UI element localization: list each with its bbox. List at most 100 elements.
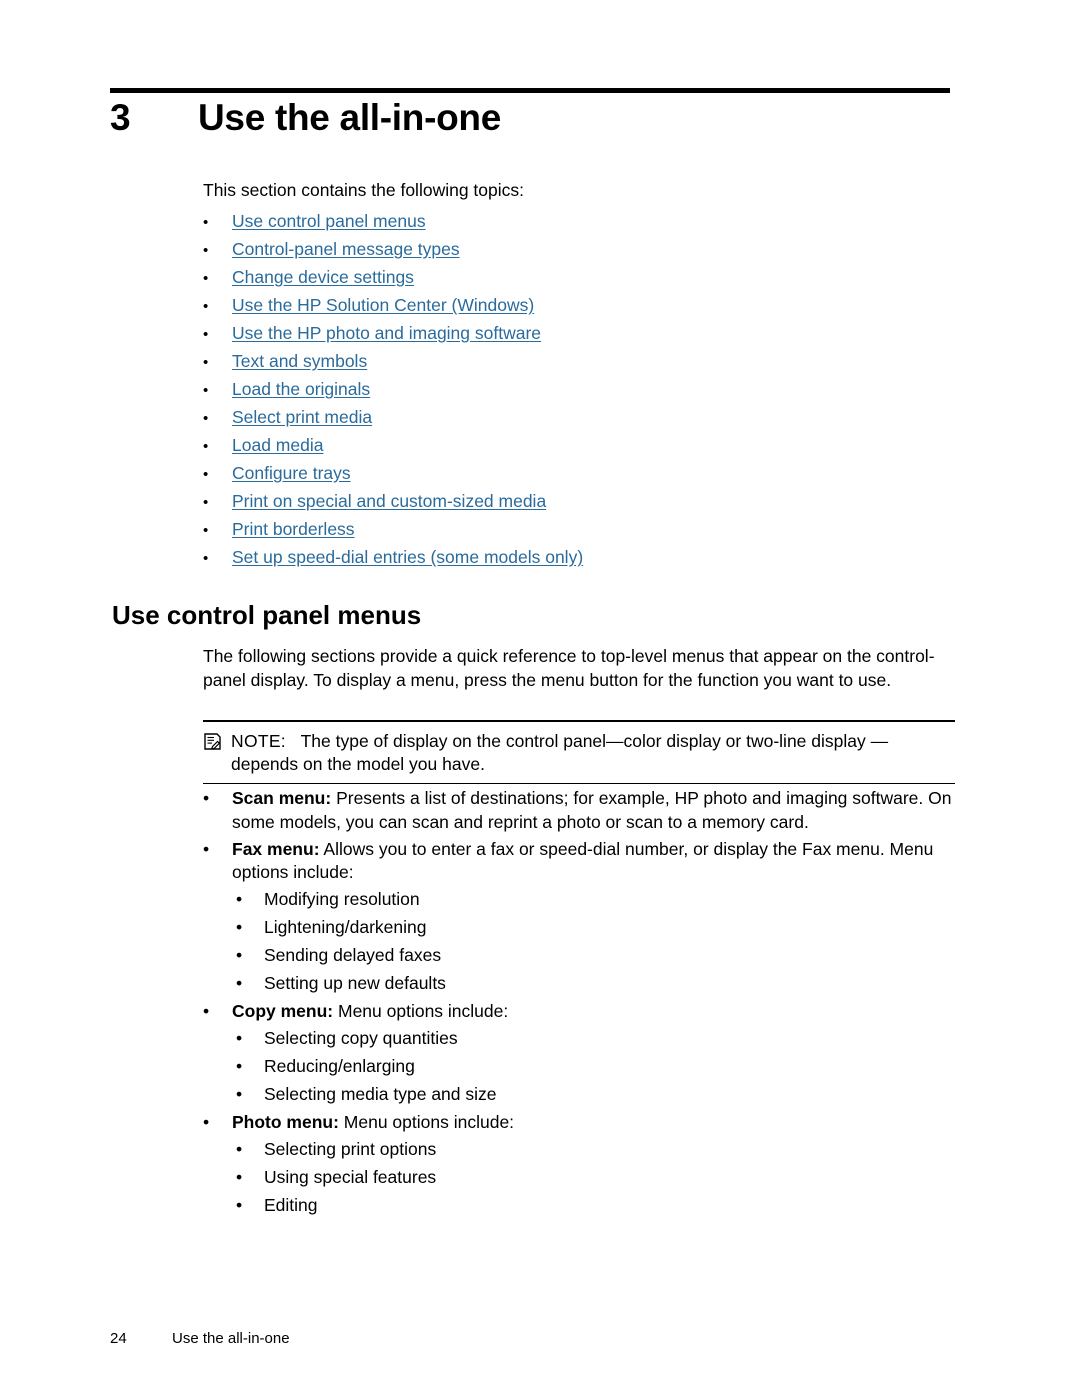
page-footer: 24 Use the all-in-one (110, 1330, 290, 1347)
bullet-marker: • (203, 438, 209, 455)
intro-paragraph: This section contains the following topi… (203, 180, 524, 200)
list-item[interactable]: • Change device settings (203, 267, 963, 295)
toc-link-set-up-speed-dial-entries[interactable]: Set up speed-dial entries (some models o… (232, 547, 583, 568)
menu-term-copy: Copy menu: (232, 1001, 334, 1022)
menus-list: • Scan menu: Presents a list of destinat… (203, 787, 963, 1219)
toc-link-load-the-originals[interactable]: Load the originals (232, 379, 370, 400)
sublist-item: • Sending delayed faxes (203, 941, 963, 969)
toc-link-use-control-panel-menus[interactable]: Use control panel menus (232, 211, 426, 232)
sublist-photo: • Selecting print options • Using specia… (203, 1135, 963, 1219)
sublist-text: Lightening/darkening (264, 917, 427, 938)
bullet-marker: • (236, 889, 243, 910)
footer-chapter-title: Use the all-in-one (172, 1330, 290, 1347)
sublist-item: • Reducing/enlarging (203, 1052, 963, 1080)
list-item[interactable]: • Control-panel message types (203, 239, 963, 267)
list-item-photo-menu: • Photo menu: Menu options include: (203, 1111, 963, 1135)
chapter-rule (110, 88, 950, 93)
bullet-marker: • (236, 1027, 243, 1048)
bullet-marker: • (203, 242, 209, 259)
bullet-marker: • (203, 354, 209, 371)
toc-link-change-device-settings[interactable]: Change device settings (232, 267, 414, 288)
menu-term-fax: Fax menu: (232, 838, 320, 859)
list-item[interactable]: • Load media (203, 435, 963, 463)
sublist-text: Editing (264, 1194, 318, 1215)
bullet-marker: • (203, 788, 210, 808)
toc-link-text-and-symbols[interactable]: Text and symbols (232, 351, 367, 372)
list-item-copy-menu: • Copy menu: Menu options include: (203, 1000, 963, 1024)
toc-link-configure-trays[interactable]: Configure trays (232, 463, 351, 484)
list-item[interactable]: • Use control panel menus (203, 211, 963, 239)
toc-link-print-borderless[interactable]: Print borderless (232, 519, 355, 540)
chapter-number: 3 (110, 97, 131, 138)
sublist-fax: • Modifying resolution • Lightening/dark… (203, 885, 963, 997)
list-item[interactable]: • Use the HP Solution Center (Windows) (203, 295, 963, 323)
sublist-text: Sending delayed faxes (264, 945, 442, 966)
bullet-marker: • (203, 326, 209, 343)
section-heading: Use control panel menus (112, 600, 422, 630)
sublist-text: Using special features (264, 1166, 437, 1187)
list-item[interactable]: • Set up speed-dial entries (some models… (203, 547, 963, 575)
menu-term-scan: Scan menu: (232, 788, 332, 808)
sublist-item: • Setting up new defaults (203, 969, 963, 997)
bullet-marker: • (236, 1055, 243, 1076)
bullet-marker: • (203, 382, 209, 399)
menu-description-photo: Menu options include: (338, 1111, 515, 1132)
menu-term-photo: Photo menu: (232, 1111, 339, 1132)
bullet-marker: • (236, 1138, 243, 1159)
toc-link-hp-photo-imaging-software[interactable]: Use the HP photo and imaging software (232, 323, 541, 344)
note-label: NOTE: (231, 730, 286, 751)
bullet-marker: • (236, 945, 243, 966)
sublist-item: • Modifying resolution (203, 885, 963, 913)
toc-link-control-panel-message-types[interactable]: Control-panel message types (232, 239, 460, 260)
note-text: The type of display on the control panel… (231, 730, 889, 775)
sublist-text: Selecting print options (264, 1138, 437, 1159)
list-item-scan-menu: • Scan menu: Presents a list of destinat… (203, 787, 963, 835)
bullet-marker: • (203, 550, 209, 567)
menu-description-fax: Allows you to enter a fax or speed-dial … (232, 838, 934, 883)
sublist-item: • Using special features (203, 1163, 963, 1191)
bullet-marker: • (236, 1166, 243, 1187)
list-item[interactable]: • Text and symbols (203, 351, 963, 379)
note-pencil-icon (203, 730, 231, 777)
sublist-item: • Selecting media type and size (203, 1080, 963, 1108)
menu-description-copy: Menu options include: (333, 1001, 509, 1022)
sublist-item: • Selecting print options (203, 1135, 963, 1163)
chapter-header: 3 Use the all-in-one (110, 97, 970, 139)
bullet-marker: • (203, 1001, 210, 1022)
toc-link-load-media[interactable]: Load media (232, 435, 323, 456)
sublist-item: • Editing (203, 1191, 963, 1219)
menu-description-scan: Presents a list of destinations; for exa… (232, 788, 952, 832)
toc-link-print-special-custom-sized-media[interactable]: Print on special and custom-sized media (232, 491, 546, 512)
list-item[interactable]: • Configure trays (203, 463, 963, 491)
sublist-copy: • Selecting copy quantities • Reducing/e… (203, 1024, 963, 1108)
sublist-text: Selecting copy quantities (264, 1027, 458, 1048)
bullet-marker: • (236, 1083, 243, 1104)
list-item[interactable]: • Use the HP photo and imaging software (203, 323, 963, 351)
note-bottom-rule (203, 782, 955, 784)
note-callout: NOTE: The type of display on the control… (203, 720, 955, 784)
bullet-marker: • (236, 973, 243, 994)
list-item[interactable]: • Print borderless (203, 519, 963, 547)
footer-page-number: 24 (110, 1330, 127, 1347)
toc-link-select-print-media[interactable]: Select print media (232, 407, 372, 428)
sublist-item: • Selecting copy quantities (203, 1024, 963, 1052)
bullet-marker: • (203, 494, 209, 511)
bullet-marker: • (203, 270, 209, 287)
sublist-text: Selecting media type and size (264, 1083, 497, 1104)
bullet-marker: • (203, 1111, 210, 1132)
document-page: 3 Use the all-in-one This section contai… (0, 0, 1080, 1397)
sublist-item: • Lightening/darkening (203, 913, 963, 941)
list-item[interactable]: • Print on special and custom-sized medi… (203, 491, 963, 519)
list-item[interactable]: • Load the originals (203, 379, 963, 407)
sublist-text: Setting up new defaults (264, 973, 446, 994)
chapter-title: Use the all-in-one (198, 97, 501, 138)
bullet-marker: • (203, 466, 209, 483)
toc-link-hp-solution-center[interactable]: Use the HP Solution Center (Windows) (232, 295, 534, 316)
sublist-text: Modifying resolution (264, 889, 420, 910)
bullet-marker: • (203, 522, 209, 539)
bullet-marker: • (203, 410, 209, 427)
list-item[interactable]: • Select print media (203, 407, 963, 435)
bullet-marker: • (236, 917, 243, 938)
bullet-marker: • (203, 838, 210, 859)
bullet-marker: • (203, 298, 209, 315)
